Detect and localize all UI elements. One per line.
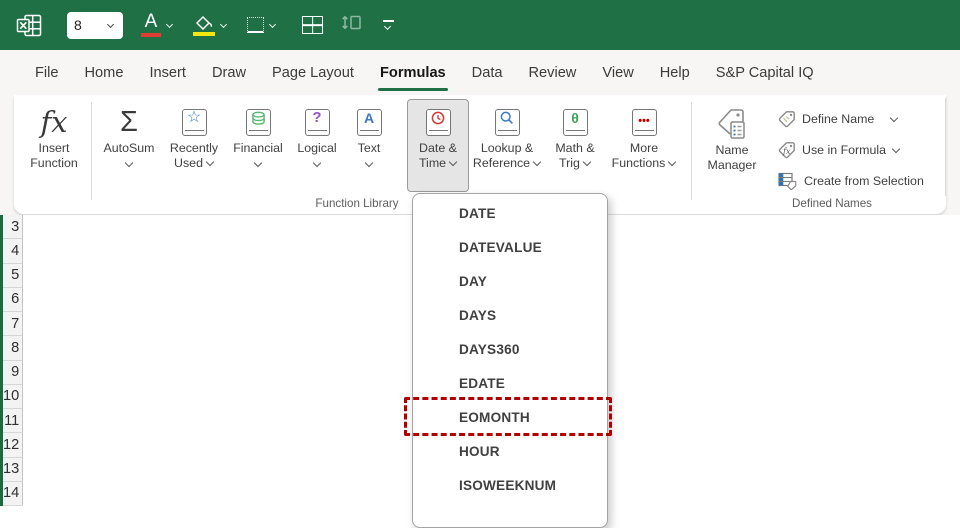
menu-item-isoweeknum[interactable]: ISOWEEKNUM [413,468,607,502]
row-header[interactable]: 8 [3,336,24,361]
logical-button[interactable]: ? Logical [289,99,345,192]
group-separator [691,102,692,200]
more-functions-icon: ••• [631,108,657,136]
recently-used-icon: ☆ [181,108,207,136]
borders-button[interactable] [239,17,278,33]
customize-toolbar-icon[interactable] [383,19,394,31]
menu-item-edate[interactable]: EDATE [413,366,607,400]
group-label-defined-names: Defined Names [792,197,872,210]
chevron-down-icon [668,159,676,166]
name-manager-icon [718,109,745,139]
create-from-selection-icon [778,172,797,190]
chevron-down-icon [890,115,899,122]
financial-button[interactable]: Financial [227,99,289,192]
row-header[interactable]: 4 [3,239,24,264]
tab-review[interactable]: Review [516,50,590,95]
fx-icon: fx [40,105,68,139]
text-icon: A [356,108,382,136]
use-in-formula-button[interactable]: fx Use in Formula [774,134,928,165]
menu-item-eomonth[interactable]: EOMONTH [413,400,607,434]
tab-help[interactable]: Help [647,50,703,95]
menu-item-hour[interactable]: HOUR [413,434,607,468]
group-separator [945,98,946,196]
menu-item-days360[interactable]: DAYS360 [413,332,607,366]
sigma-icon: Σ [120,106,138,138]
tab-view[interactable]: View [589,50,646,95]
row-header[interactable]: 3 [3,215,24,240]
font-color-icon: A [141,12,161,37]
use-in-formula-icon: fx [778,141,795,158]
excel-logo-icon [16,13,43,38]
fill-color-icon [193,15,215,36]
autosum-button[interactable]: Σ AutoSum [97,99,161,192]
menu-item-datevalue[interactable]: DATEVALUE [413,230,607,264]
recently-used-button[interactable]: ☆ Recently Used [161,99,227,192]
row-header[interactable]: 14 [3,481,24,506]
tab-formulas[interactable]: Formulas [367,50,459,95]
tab-page-layout[interactable]: Page Layout [259,50,367,95]
defined-names-small-buttons: Define Name fx Use in Formula Create fro… [774,99,928,196]
chevron-down-icon [892,146,901,153]
math-trig-button[interactable]: θ Math & Trig [545,99,605,192]
lookup-reference-button[interactable]: Lookup & Reference [469,99,545,192]
chevron-down-icon [365,160,373,167]
tab-file[interactable]: File [22,50,72,95]
text-button[interactable]: A Text [345,99,393,192]
chevron-down-icon [449,159,457,166]
date-time-button[interactable]: Date & Time [407,99,469,192]
insert-function-button[interactable]: fx Insert Function [22,99,86,192]
name-manager-button[interactable]: Name Manager [700,99,764,192]
chevron-down-icon [583,159,591,166]
all-borders-icon[interactable] [302,16,323,34]
logical-icon: ? [304,108,330,136]
fill-color-button[interactable] [185,15,229,36]
row-header[interactable]: 13 [3,457,24,482]
font-color-button[interactable]: A [139,12,175,37]
chevron-down-icon [533,159,541,166]
row-header[interactable]: 10 [3,384,24,409]
row-header[interactable]: 6 [3,287,24,312]
chevron-down-icon[interactable] [220,22,229,29]
tab-insert[interactable]: Insert [136,50,199,95]
group-label-function-library: Function Library [315,197,399,210]
chevron-down-icon[interactable] [166,22,175,29]
tab-draw[interactable]: Draw [199,50,259,95]
ribbon-tab-bar: File Home Insert Draw Page Layout Formul… [0,50,960,95]
lookup-reference-icon [494,108,520,136]
define-name-icon [778,110,795,127]
group-separator [91,102,92,200]
math-trig-icon: θ [562,108,588,136]
date-time-icon [425,108,451,136]
date-time-dropdown-menu: DATE DATEVALUE DAY DAYS DAYS360 EDATE EO… [412,193,608,528]
menu-item-day[interactable]: DAY [413,264,607,298]
font-size-combobox[interactable]: 8 [67,11,123,39]
row-header[interactable]: 11 [3,409,24,434]
financial-icon [245,108,271,136]
chevron-down-icon [125,160,133,167]
more-functions-button[interactable]: ••• More Functions [605,99,683,192]
menu-item-days[interactable]: DAYS [413,298,607,332]
chevron-down-icon [107,22,116,29]
row-header[interactable]: 7 [3,312,24,337]
tab-data[interactable]: Data [459,50,516,95]
svg-text:fx: fx [782,147,791,156]
row-height-icon[interactable] [341,14,363,36]
define-name-button[interactable]: Define Name [774,103,928,134]
chevron-down-icon [313,160,321,167]
create-from-selection-button[interactable]: Create from Selection [774,165,928,196]
chevron-down-icon[interactable] [269,22,278,29]
row-header[interactable]: 12 [3,433,24,458]
borders-icon [247,17,264,33]
row-header[interactable]: 5 [3,263,24,288]
row-header[interactable]: 9 [3,360,24,385]
menu-item-date[interactable]: DATE [413,196,607,230]
tab-sp-capital-iq[interactable]: S&P Capital IQ [703,50,827,95]
row-header-column: 3 4 5 6 7 8 9 10 11 12 13 14 [0,215,24,506]
tab-home[interactable]: Home [72,50,137,95]
font-size-value: 8 [74,17,82,33]
titlebar: 8 A [0,0,960,50]
chevron-down-icon [254,160,262,167]
chevron-down-icon [206,159,214,166]
